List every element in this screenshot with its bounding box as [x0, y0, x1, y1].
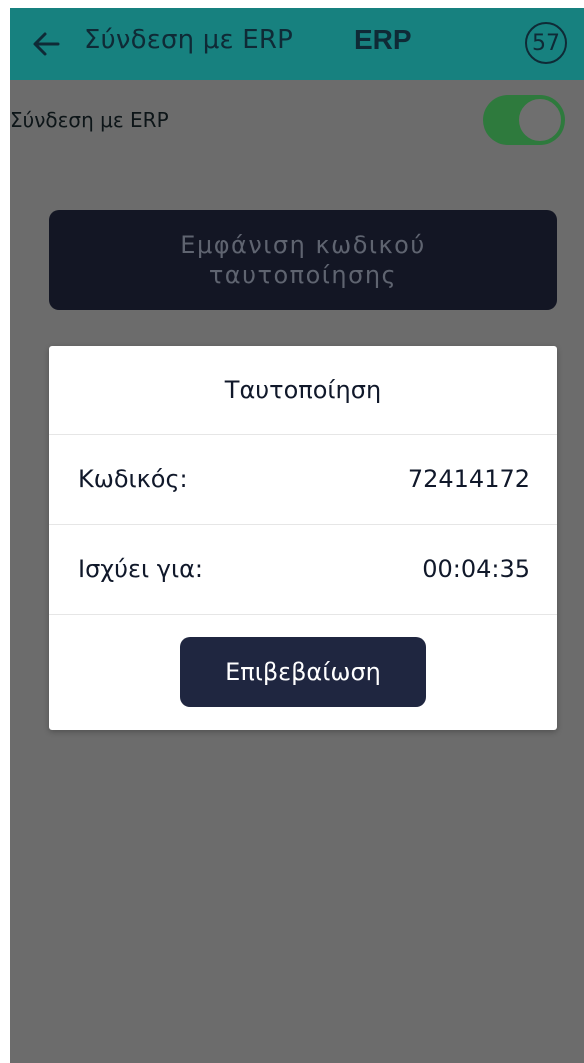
validity-value: 00:04:35: [422, 555, 530, 583]
code-label: Κωδικός:: [78, 465, 188, 493]
app-label: ERP: [354, 24, 412, 55]
toggle-knob: [518, 98, 562, 142]
divider: [49, 614, 557, 615]
confirm-button[interactable]: Επιβεβαίωση: [180, 637, 426, 707]
authentication-dialog: Ταυτοποίηση Κωδικός: 72414172 Ισχύει για…: [49, 346, 557, 730]
validity-label: Ισχύει για:: [78, 555, 203, 583]
app-screen: Σύνδεση με ERP ERP 57 Σύνδεση με ERP Εμφ…: [10, 8, 584, 1063]
code-row: Κωδικός: 72414172: [49, 435, 557, 524]
timer-badge: 57: [525, 22, 567, 64]
page-title: Σύνδεση με ERP: [84, 25, 294, 55]
app-header: Σύνδεση με ERP ERP 57: [10, 8, 584, 80]
show-auth-code-label: Εμφάνιση κωδικού ταυτοποίησης: [180, 231, 426, 289]
code-value: 72414172: [407, 465, 530, 493]
dialog-title: Ταυτοποίηση: [224, 376, 382, 404]
show-auth-code-button[interactable]: Εμφάνιση κωδικού ταυτοποίησης: [49, 210, 557, 310]
erp-toggle-label: Σύνδεση με ERP: [10, 108, 169, 132]
arrow-left-icon[interactable]: [30, 28, 62, 60]
erp-connection-toggle[interactable]: [483, 95, 565, 145]
validity-row: Ισχύει για: 00:04:35: [49, 525, 557, 614]
